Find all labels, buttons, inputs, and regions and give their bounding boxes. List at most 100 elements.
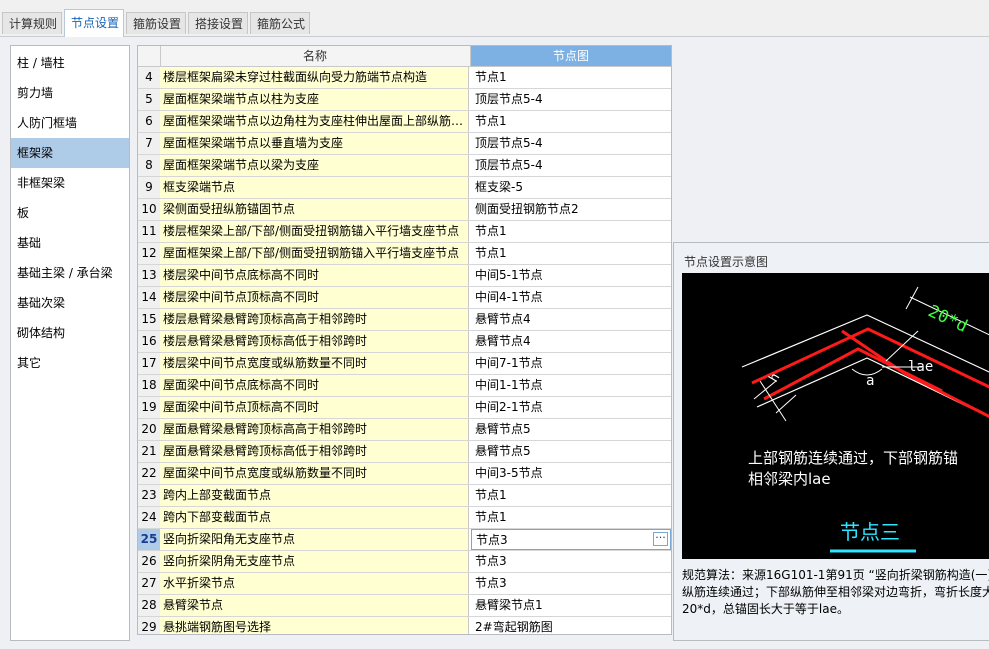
table-row[interactable]: 21 屋面悬臂梁悬臂跨顶标高低于相邻跨时 悬臂节点5	[138, 441, 671, 463]
table-row[interactable]: 24 跨内下部变截面节点 节点1	[138, 507, 671, 529]
row-index[interactable]: 16	[138, 331, 161, 352]
row-node-cell[interactable]: 顶层节点5-4	[471, 89, 671, 110]
table-row[interactable]: 15 楼层悬臂梁悬臂跨顶标高高于相邻跨时 悬臂节点4	[138, 309, 671, 331]
nav-item-frame-beam[interactable]: 框架梁	[11, 138, 129, 168]
row-node-cell[interactable]: 中间3-5节点	[471, 463, 671, 484]
row-index[interactable]: 5	[138, 89, 161, 110]
nav-item-civil-defense-door-wall[interactable]: 人防门框墙	[11, 108, 129, 138]
row-index[interactable]: 14	[138, 287, 161, 308]
nav-item-slab[interactable]: 板	[11, 198, 129, 228]
table-row[interactable]: 14 楼层梁中间节点顶标高不同时 中间4-1节点	[138, 287, 671, 309]
row-index[interactable]: 12	[138, 243, 161, 264]
nav-item-shear-wall[interactable]: 剪力墙	[11, 78, 129, 108]
table-row[interactable]: 27 水平折梁节点 节点3	[138, 573, 671, 595]
row-node-cell[interactable]: 节点3 ···	[471, 529, 671, 550]
row-node-cell[interactable]: 悬臂节点4	[471, 331, 671, 352]
row-index[interactable]: 9	[138, 177, 161, 198]
row-node-cell[interactable]: 悬臂节点5	[471, 419, 671, 440]
row-node-cell[interactable]: 顶层节点5-4	[471, 133, 671, 154]
row-node-cell[interactable]: 顶层节点5-4	[471, 155, 671, 176]
row-index[interactable]: 28	[138, 595, 161, 616]
row-index[interactable]: 10	[138, 199, 161, 220]
row-index[interactable]: 20	[138, 419, 161, 440]
row-node-cell[interactable]: 中间4-1节点	[471, 287, 671, 308]
header-node-diagram[interactable]: 节点图	[471, 46, 671, 66]
row-node-cell[interactable]: 2#弯起钢筋图	[471, 617, 671, 634]
row-node-cell[interactable]: 中间5-1节点	[471, 265, 671, 286]
row-node-cell[interactable]: 中间2-1节点	[471, 397, 671, 418]
row-node-cell[interactable]: 中间1-1节点	[471, 375, 671, 396]
tab-node-settings[interactable]: 节点设置	[64, 9, 124, 37]
table-row[interactable]: 28 悬臂梁节点 悬臂梁节点1	[138, 595, 671, 617]
nav-item-foundation[interactable]: 基础	[11, 228, 129, 258]
row-node-cell[interactable]: 框支梁-5	[471, 177, 671, 198]
table-row[interactable]: 13 楼层梁中间节点底标高不同时 中间5-1节点	[138, 265, 671, 287]
node-picker-ellipsis-button[interactable]: ···	[653, 532, 668, 546]
row-index[interactable]: 7	[138, 133, 161, 154]
row-index[interactable]: 27	[138, 573, 161, 594]
row-index[interactable]: 13	[138, 265, 161, 286]
table-row[interactable]: 29 悬挑端钢筋图号选择 2#弯起钢筋图	[138, 617, 671, 634]
row-node-cell[interactable]: 悬臂梁节点1	[471, 595, 671, 616]
table-row[interactable]: 7 屋面框架梁端节点以垂直墙为支座 顶层节点5-4	[138, 133, 671, 155]
tab-stirrup-settings[interactable]: 箍筋设置	[126, 12, 186, 34]
table-row[interactable]: 19 屋面梁中间节点顶标高不同时 中间2-1节点	[138, 397, 671, 419]
nav-item-other[interactable]: 其它	[11, 348, 129, 378]
row-index[interactable]: 25	[138, 529, 161, 550]
table-row[interactable]: 4 楼层框架扁梁未穿过柱截面纵向受力筋端节点构造 节点1	[138, 67, 671, 89]
row-index[interactable]: 4	[138, 67, 161, 88]
row-node-cell[interactable]: 节点3	[471, 551, 671, 572]
table-row[interactable]: 18 屋面梁中间节点底标高不同时 中间1-1节点	[138, 375, 671, 397]
row-node-cell[interactable]: 节点3	[471, 573, 671, 594]
table-row[interactable]: 5 屋面框架梁端节点以柱为支座 顶层节点5-4	[138, 89, 671, 111]
table-row[interactable]: 9 框支梁端节点 框支梁-5	[138, 177, 671, 199]
row-index[interactable]: 24	[138, 507, 161, 528]
row-index[interactable]: 15	[138, 309, 161, 330]
grid-body: 4 楼层框架扁梁未穿过柱截面纵向受力筋端节点构造 节点1 5 屋面框架梁端节点以柱为支座…	[138, 67, 671, 634]
table-row[interactable]: 22 屋面梁中间节点宽度或纵筋数量不同时 中间3-5节点	[138, 463, 671, 485]
table-row[interactable]: 6 屋面框架梁端节点以边角柱为支座柱伸出屋面上部纵筋… 节点1	[138, 111, 671, 133]
row-index[interactable]: 8	[138, 155, 161, 176]
row-index[interactable]: 6	[138, 111, 161, 132]
row-index[interactable]: 19	[138, 397, 161, 418]
table-row[interactable]: 17 楼层梁中间节点宽度或纵筋数量不同时 中间7-1节点	[138, 353, 671, 375]
row-node-cell[interactable]: 节点1	[471, 111, 671, 132]
nav-item-masonry[interactable]: 砌体结构	[11, 318, 129, 348]
table-row[interactable]: 11 楼层框架梁上部/下部/侧面受扭钢筋锚入平行墙支座节点 节点1	[138, 221, 671, 243]
row-node-cell[interactable]: 侧面受扭钢筋节点2	[471, 199, 671, 220]
row-node-cell[interactable]: 节点1	[471, 243, 671, 264]
table-row[interactable]: 23 跨内上部变截面节点 节点1	[138, 485, 671, 507]
row-node-cell[interactable]: 中间7-1节点	[471, 353, 671, 374]
nav-item-foundation-main-beam[interactable]: 基础主梁 / 承台梁	[11, 258, 129, 288]
tab-stirrup-formula[interactable]: 箍筋公式	[250, 12, 310, 34]
tab-calc-rules[interactable]: 计算规则	[2, 12, 62, 34]
row-index[interactable]: 17	[138, 353, 161, 374]
row-node-cell[interactable]: 节点1	[471, 485, 671, 506]
row-index[interactable]: 18	[138, 375, 161, 396]
table-row[interactable]: 12 屋面框架梁上部/下部/侧面受扭钢筋锚入平行墙支座节点 节点1	[138, 243, 671, 265]
row-index[interactable]: 21	[138, 441, 161, 462]
row-index[interactable]: 29	[138, 617, 161, 634]
table-row[interactable]: 26 竖向折梁阴角无支座节点 节点3	[138, 551, 671, 573]
row-node-cell[interactable]: 节点1	[471, 221, 671, 242]
nav-item-column[interactable]: 柱 / 墙柱	[11, 48, 129, 78]
row-node-cell[interactable]: 悬臂节点5	[471, 441, 671, 462]
row-index[interactable]: 23	[138, 485, 161, 506]
tab-lap-settings[interactable]: 搭接设置	[188, 12, 248, 34]
row-node-cell[interactable]: 悬臂节点4	[471, 309, 671, 330]
nav-item-foundation-secondary-beam[interactable]: 基础次梁	[11, 288, 129, 318]
table-row[interactable]: 25 竖向折梁阳角无支座节点 节点3 ···	[138, 529, 671, 551]
row-node-cell[interactable]: 节点1	[471, 507, 671, 528]
header-name[interactable]: 名称	[160, 46, 471, 66]
row-name-cell: 楼层框架扁梁未穿过柱截面纵向受力筋端节点构造	[160, 67, 469, 88]
row-node-cell[interactable]: 节点1	[471, 67, 671, 88]
table-row[interactable]: 8 屋面框架梁端节点以梁为支座 顶层节点5-4	[138, 155, 671, 177]
table-row[interactable]: 20 屋面悬臂梁悬臂跨顶标高高于相邻跨时 悬臂节点5	[138, 419, 671, 441]
row-index[interactable]: 26	[138, 551, 161, 572]
table-row[interactable]: 10 梁侧面受扭纵筋锚固节点 侧面受扭钢筋节点2	[138, 199, 671, 221]
row-index[interactable]: 22	[138, 463, 161, 484]
nav-item-non-frame-beam[interactable]: 非框架梁	[11, 168, 129, 198]
table-row[interactable]: 16 楼层悬臂梁悬臂跨顶标高低于相邻跨时 悬臂节点4	[138, 331, 671, 353]
row-name-cell: 楼层悬臂梁悬臂跨顶标高低于相邻跨时	[160, 331, 469, 352]
row-index[interactable]: 11	[138, 221, 161, 242]
